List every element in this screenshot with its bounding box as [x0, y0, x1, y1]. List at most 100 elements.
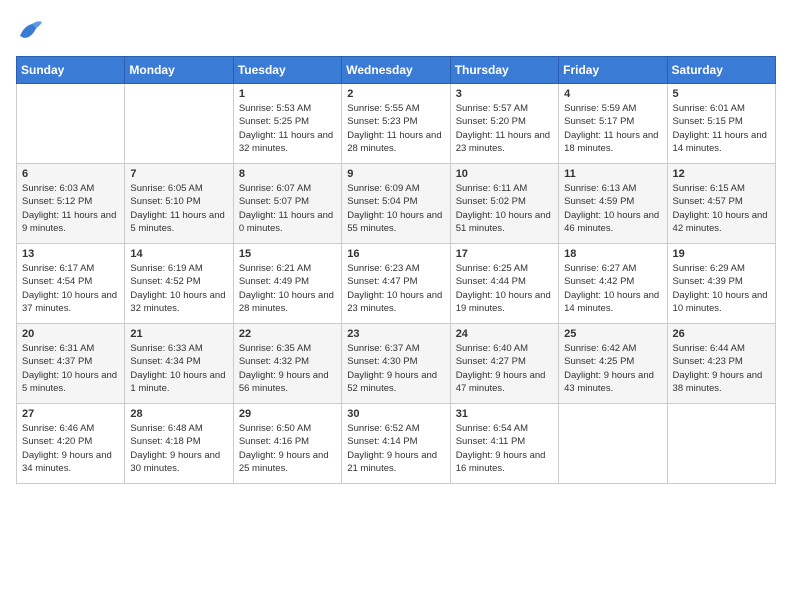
day-cell: 14 Sunrise: 6:19 AMSunset: 4:52 PMDayligh…	[125, 244, 233, 324]
day-info: Sunrise: 6:11 AMSunset: 5:02 PMDaylight:…	[456, 182, 553, 235]
day-cell: 8 Sunrise: 6:07 AMSunset: 5:07 PMDaylight…	[233, 164, 341, 244]
header-row: SundayMondayTuesdayWednesdayThursdayFrid…	[17, 57, 776, 84]
logo-icon	[16, 16, 44, 44]
day-cell: 15Sunrise: 6:21 AMSunset: 4:49 PMDayligh…	[233, 244, 341, 324]
day-info: Sunrise: 6:35 AMSunset: 4:32 PMDaylight:…	[239, 342, 336, 395]
day-number: 31	[456, 408, 553, 420]
day-number: 4	[564, 88, 661, 100]
day-info: Sunrise: 6:50 AMSunset: 4:16 PMDaylight:…	[239, 422, 336, 475]
day-info: Sunrise: 6:48 AMSunset: 4:18 PMDaylight:…	[130, 422, 227, 475]
day-info: Sunrise: 5:53 AMSunset: 5:25 PMDaylight:…	[239, 102, 336, 155]
day-info: Sunrise: 6:37 AMSunset: 4:30 PMDaylight:…	[347, 342, 444, 395]
day-cell: 10Sunrise: 6:11 AMSunset: 5:02 PMDayligh…	[450, 164, 558, 244]
day-cell: 29 Sunrise: 6:50 AMSunset: 4:16 PMDayligh…	[233, 404, 341, 484]
day-cell	[667, 404, 775, 484]
day-cell: 28 Sunrise: 6:48 AMSunset: 4:18 PMDayligh…	[125, 404, 233, 484]
header-friday: Friday	[559, 57, 667, 84]
day-number: 16	[347, 248, 444, 260]
day-cell: 5 Sunrise: 6:01 AMSunset: 5:15 PMDaylight…	[667, 84, 775, 164]
header-thursday: Thursday	[450, 57, 558, 84]
day-number: 2	[347, 88, 444, 100]
header-sunday: Sunday	[17, 57, 125, 84]
day-number: 5	[673, 88, 770, 100]
day-cell: 4 Sunrise: 5:59 AMSunset: 5:17 PMDaylight…	[559, 84, 667, 164]
day-info: Sunrise: 6:23 AMSunset: 4:47 PMDaylight:…	[347, 262, 444, 315]
day-info: Sunrise: 6:31 AMSunset: 4:37 PMDaylight:…	[22, 342, 119, 395]
day-number: 13	[22, 248, 119, 260]
day-number: 26	[673, 328, 770, 340]
day-info: Sunrise: 6:27 AMSunset: 4:42 PMDaylight:…	[564, 262, 661, 315]
day-cell: 25 Sunrise: 6:42 AMSunset: 4:25 PMDayligh…	[559, 324, 667, 404]
day-number: 12	[673, 168, 770, 180]
day-info: Sunrise: 6:21 AMSunset: 4:49 PMDaylight:…	[239, 262, 336, 315]
day-number: 14	[130, 248, 227, 260]
day-info: Sunrise: 6:52 AMSunset: 4:14 PMDaylight:…	[347, 422, 444, 475]
day-number: 19	[673, 248, 770, 260]
calendar-table: SundayMondayTuesdayWednesdayThursdayFrid…	[16, 56, 776, 484]
day-info: Sunrise: 6:25 AMSunset: 4:44 PMDaylight:…	[456, 262, 553, 315]
day-info: Sunrise: 6:09 AMSunset: 5:04 PMDaylight:…	[347, 182, 444, 235]
day-number: 28	[130, 408, 227, 420]
day-info: Sunrise: 6:42 AMSunset: 4:25 PMDaylight:…	[564, 342, 661, 395]
day-info: Sunrise: 6:13 AMSunset: 4:59 PMDaylight:…	[564, 182, 661, 235]
day-info: Sunrise: 5:55 AMSunset: 5:23 PMDaylight:…	[347, 102, 444, 155]
day-cell: 2 Sunrise: 5:55 AMSunset: 5:23 PMDaylight…	[342, 84, 450, 164]
day-cell: 20 Sunrise: 6:31 AMSunset: 4:37 PMDayligh…	[17, 324, 125, 404]
calendar-body: 1Sunrise: 5:53 AMSunset: 5:25 PMDaylight…	[17, 84, 776, 484]
day-cell: 26 Sunrise: 6:44 AMSunset: 4:23 PMDayligh…	[667, 324, 775, 404]
day-number: 30	[347, 408, 444, 420]
day-info: Sunrise: 6:19 AMSunset: 4:52 PMDaylight:…	[130, 262, 227, 315]
calendar-header: SundayMondayTuesdayWednesdayThursdayFrid…	[17, 57, 776, 84]
week-row-2: 13 Sunrise: 6:17 AMSunset: 4:54 PMDayligh…	[17, 244, 776, 324]
day-cell: 12 Sunrise: 6:15 AMSunset: 4:57 PMDayligh…	[667, 164, 775, 244]
day-cell: 9 Sunrise: 6:09 AMSunset: 5:04 PMDaylight…	[342, 164, 450, 244]
day-info: Sunrise: 6:15 AMSunset: 4:57 PMDaylight:…	[673, 182, 770, 235]
day-cell: 6 Sunrise: 6:03 AMSunset: 5:12 PMDaylight…	[17, 164, 125, 244]
day-number: 27	[22, 408, 119, 420]
day-number: 3	[456, 88, 553, 100]
day-cell: 7Sunrise: 6:05 AMSunset: 5:10 PMDaylight…	[125, 164, 233, 244]
day-info: Sunrise: 6:44 AMSunset: 4:23 PMDaylight:…	[673, 342, 770, 395]
logo	[16, 16, 48, 44]
day-info: Sunrise: 6:05 AMSunset: 5:10 PMDaylight:…	[130, 182, 227, 235]
day-info: Sunrise: 6:33 AMSunset: 4:34 PMDaylight:…	[130, 342, 227, 395]
day-number: 20	[22, 328, 119, 340]
day-number: 17	[456, 248, 553, 260]
day-number: 23	[347, 328, 444, 340]
day-number: 11	[564, 168, 661, 180]
day-number: 25	[564, 328, 661, 340]
header-tuesday: Tuesday	[233, 57, 341, 84]
day-info: Sunrise: 6:46 AMSunset: 4:20 PMDaylight:…	[22, 422, 119, 475]
header-monday: Monday	[125, 57, 233, 84]
header-saturday: Saturday	[667, 57, 775, 84]
day-number: 21	[130, 328, 227, 340]
day-cell: 30 Sunrise: 6:52 AMSunset: 4:14 PMDayligh…	[342, 404, 450, 484]
day-cell: 22 Sunrise: 6:35 AMSunset: 4:32 PMDayligh…	[233, 324, 341, 404]
day-info: Sunrise: 5:59 AMSunset: 5:17 PMDaylight:…	[564, 102, 661, 155]
day-info: Sunrise: 6:03 AMSunset: 5:12 PMDaylight:…	[22, 182, 119, 235]
day-cell: 23 Sunrise: 6:37 AMSunset: 4:30 PMDayligh…	[342, 324, 450, 404]
week-row-3: 20 Sunrise: 6:31 AMSunset: 4:37 PMDayligh…	[17, 324, 776, 404]
day-cell	[559, 404, 667, 484]
page-header	[16, 16, 776, 44]
day-info: Sunrise: 6:17 AMSunset: 4:54 PMDaylight:…	[22, 262, 119, 315]
day-number: 6	[22, 168, 119, 180]
day-number: 24	[456, 328, 553, 340]
day-cell: 1Sunrise: 5:53 AMSunset: 5:25 PMDaylight…	[233, 84, 341, 164]
day-cell: 13 Sunrise: 6:17 AMSunset: 4:54 PMDayligh…	[17, 244, 125, 324]
day-number: 9	[347, 168, 444, 180]
day-number: 8	[239, 168, 336, 180]
day-info: Sunrise: 6:07 AMSunset: 5:07 PMDaylight:…	[239, 182, 336, 235]
day-number: 22	[239, 328, 336, 340]
day-info: Sunrise: 6:29 AMSunset: 4:39 PMDaylight:…	[673, 262, 770, 315]
day-cell: 18Sunrise: 6:27 AMSunset: 4:42 PMDayligh…	[559, 244, 667, 324]
day-cell: 19 Sunrise: 6:29 AMSunset: 4:39 PMDayligh…	[667, 244, 775, 324]
week-row-4: 27 Sunrise: 6:46 AMSunset: 4:20 PMDayligh…	[17, 404, 776, 484]
day-info: Sunrise: 6:01 AMSunset: 5:15 PMDaylight:…	[673, 102, 770, 155]
day-cell: 31Sunrise: 6:54 AMSunset: 4:11 PMDayligh…	[450, 404, 558, 484]
week-row-0: 1Sunrise: 5:53 AMSunset: 5:25 PMDaylight…	[17, 84, 776, 164]
day-info: Sunrise: 5:57 AMSunset: 5:20 PMDaylight:…	[456, 102, 553, 155]
day-cell: 16 Sunrise: 6:23 AMSunset: 4:47 PMDayligh…	[342, 244, 450, 324]
day-number: 29	[239, 408, 336, 420]
week-row-1: 6 Sunrise: 6:03 AMSunset: 5:12 PMDaylight…	[17, 164, 776, 244]
